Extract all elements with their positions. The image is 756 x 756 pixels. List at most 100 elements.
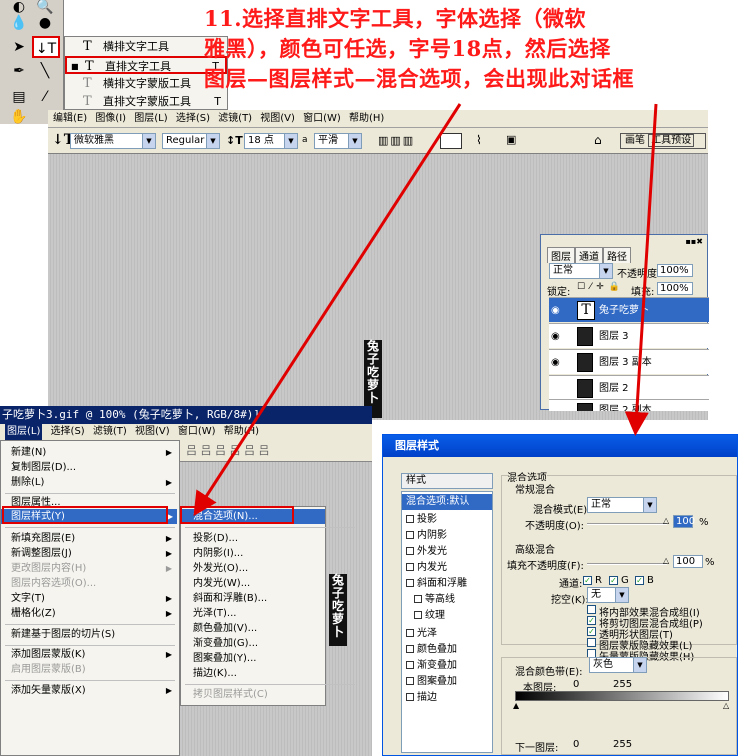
eyedropper-tool-icon[interactable]: ⁄ <box>34 86 56 108</box>
pen-tool-icon[interactable]: ✒ <box>8 60 30 82</box>
layer-blend-mode-select[interactable]: 正常 ▼ <box>549 263 613 279</box>
menu-view[interactable]: 视图(V) <box>260 110 295 128</box>
menu-help[interactable]: 帮助(H) <box>224 424 259 440</box>
checkbox[interactable] <box>406 531 414 539</box>
dodge-tool-icon[interactable]: ● <box>34 12 56 34</box>
eye-icon[interactable]: ◉ <box>551 324 563 349</box>
checkbox[interactable] <box>406 661 414 669</box>
layer-mask-hides-checkbox[interactable] <box>587 638 596 647</box>
checkbox[interactable] <box>406 563 414 571</box>
layer-fill-field[interactable]: 100% <box>657 282 693 295</box>
submenu-item-pattern-overlay[interactable]: 图案叠加(Y)... <box>193 651 323 666</box>
layer-row[interactable]: 图层 2 副本 <box>549 399 709 411</box>
menu-item-new-fill-layer[interactable]: 新填充图层(E) ▶ <box>11 531 176 546</box>
font-style-select[interactable]: Regular ▼ <box>162 133 220 149</box>
type-tool-icon[interactable]: ↓T <box>32 36 60 58</box>
menu-image[interactable]: 图像(I) <box>95 110 126 128</box>
menu-view[interactable]: 视图(V) <box>135 424 170 440</box>
tab-paths[interactable]: 路径 <box>603 247 631 263</box>
submenu-item-stroke[interactable]: 描边(K)... <box>193 666 323 681</box>
channel-b-checkbox[interactable]: ✓ <box>635 576 644 585</box>
palettes-toggle-icon[interactable]: ▣ <box>506 133 516 146</box>
layer-row[interactable]: ◉ T 兔子吃萝卜 <box>549 297 709 322</box>
blend-interior-checkbox[interactable] <box>587 605 596 614</box>
slider-thumb-icon[interactable]: △ <box>723 701 729 710</box>
style-item-blending-default[interactable]: 混合选项:默认 <box>402 494 492 510</box>
submenu-item-gradient-overlay[interactable]: 渐变叠加(G)... <box>193 636 323 651</box>
font-family-select[interactable]: 微软雅黑 ▼ <box>70 133 156 149</box>
align-buttons-icon[interactable]: ▥▥▥ <box>378 134 415 147</box>
slider-thumb-icon[interactable]: ▲ <box>513 701 519 710</box>
menu-select[interactable]: 选择(S) <box>51 424 85 440</box>
menu-item-new-layer-based-slice[interactable]: 新建基于图层的切片(S) <box>11 627 176 642</box>
style-item-satin[interactable]: 光泽 <box>402 626 492 642</box>
menu-item-type[interactable]: 文字(T) ▶ <box>11 591 176 606</box>
eye-icon[interactable]: ◉ <box>551 298 563 323</box>
flyout-vertical-type[interactable]: ■ T 直排文字工具 T <box>65 56 227 74</box>
menu-item-duplicate-layer[interactable]: 复制图层(D)... <box>11 460 176 475</box>
blend-if-select[interactable]: 灰色 ▼ <box>589 657 647 673</box>
checkbox[interactable] <box>406 579 414 587</box>
menu-item-add-layer-mask[interactable]: 添加图层蒙版(K) ▶ <box>11 647 176 662</box>
checkbox[interactable] <box>414 611 422 619</box>
text-color-swatch[interactable] <box>440 133 462 149</box>
antialias-select[interactable]: 平滑 ▼ <box>314 133 362 149</box>
checkbox[interactable] <box>406 629 414 637</box>
submenu-item-inner-glow[interactable]: 内发光(W)... <box>193 576 323 591</box>
tab-channels[interactable]: 通道 <box>575 247 603 263</box>
blend-mode-select[interactable]: 正常 ▼ <box>587 497 657 513</box>
style-item-inner-shadow[interactable]: 内阴影 <box>402 528 492 544</box>
submenu-item-outer-glow[interactable]: 外发光(O)... <box>193 561 323 576</box>
channel-r-checkbox[interactable]: ✓ <box>583 576 592 585</box>
menu-item-add-vector-mask[interactable]: 添加矢量蒙版(X) ▶ <box>11 683 176 698</box>
menu-layer[interactable]: 图层(L) <box>134 110 167 128</box>
fill-opacity-field[interactable]: 100 <box>673 555 703 568</box>
style-item-outer-glow[interactable]: 外发光 <box>402 544 492 560</box>
style-item-drop-shadow[interactable]: 投影 <box>402 512 492 528</box>
flyout-vertical-type-mask[interactable]: T 直排文字蒙版工具 T <box>65 93 227 111</box>
transparency-shapes-checkbox[interactable]: ✓ <box>587 627 596 636</box>
style-item-texture[interactable]: 纹理 <box>402 608 492 624</box>
knockout-select[interactable]: 无 ▼ <box>587 587 629 603</box>
menu-window[interactable]: 窗口(W) <box>303 110 341 128</box>
selection-arrow-icon[interactable]: ➤ <box>8 36 30 58</box>
channel-g-checkbox[interactable]: ✓ <box>609 576 618 585</box>
flyout-horizontal-type-mask[interactable]: T 横排文字蒙版工具 <box>65 75 227 93</box>
submenu-item-drop-shadow[interactable]: 投影(D)... <box>193 531 323 546</box>
checkbox[interactable] <box>406 645 414 653</box>
lock-icons[interactable]: ☐ ⁄ ✛ 🔒 <box>577 282 621 292</box>
eye-icon[interactable]: ◉ <box>551 350 563 375</box>
checkbox[interactable] <box>406 547 414 555</box>
blur-tool-icon[interactable]: 💧 <box>8 12 30 34</box>
menu-filter[interactable]: 滤镜(T) <box>93 424 127 440</box>
style-item-contour[interactable]: 等高线 <box>402 592 492 608</box>
style-item-gradient-overlay[interactable]: 渐变叠加 <box>402 658 492 674</box>
layer-opacity-field[interactable]: 100% <box>657 264 693 277</box>
slider-thumb-icon[interactable]: △ <box>663 556 669 565</box>
submenu-item-color-overlay[interactable]: 颜色叠加(V)... <box>193 621 323 636</box>
submenu-item-bevel-emboss[interactable]: 斜面和浮雕(B)... <box>193 591 323 606</box>
notes-tool-icon[interactable]: ▤ <box>8 86 30 108</box>
checkbox[interactable] <box>414 595 422 603</box>
menu-item-delete[interactable]: 删除(L) ▶ <box>11 475 176 490</box>
checkbox[interactable] <box>406 693 414 701</box>
panel-window-controls-icon[interactable]: ▪▪✖ <box>685 237 703 246</box>
style-item-inner-glow[interactable]: 内发光 <box>402 560 492 576</box>
hand-tool-icon[interactable]: ✋ <box>8 106 30 128</box>
layer-row[interactable]: ◉ 图层 3 副本 <box>549 349 709 374</box>
slider-thumb-icon[interactable]: △ <box>663 516 669 525</box>
palette-well[interactable]: 画笔 工具预设 <box>620 133 706 149</box>
line-tool-icon[interactable]: ╲ <box>34 60 56 82</box>
menu-layer-active[interactable]: 图层(L) <box>5 424 43 440</box>
menu-select[interactable]: 选择(S) <box>176 110 210 128</box>
font-size-select[interactable]: 18 点 ▼ <box>244 133 298 149</box>
menu-help[interactable]: 帮助(H) <box>349 110 384 128</box>
menu-edit[interactable]: 编辑(E) <box>53 110 87 128</box>
style-item-bevel-emboss[interactable]: 斜面和浮雕 <box>402 576 492 592</box>
layer-row[interactable]: ◉ 图层 3 <box>549 323 709 348</box>
menu-item-new-adjustment-layer[interactable]: 新调整图层(J) ▶ <box>11 546 176 561</box>
tab-layers[interactable]: 图层 <box>547 247 575 263</box>
opacity-field[interactable]: 100 <box>673 515 695 528</box>
fill-opacity-slider[interactable] <box>587 563 667 565</box>
style-item-color-overlay[interactable]: 颜色叠加 <box>402 642 492 658</box>
